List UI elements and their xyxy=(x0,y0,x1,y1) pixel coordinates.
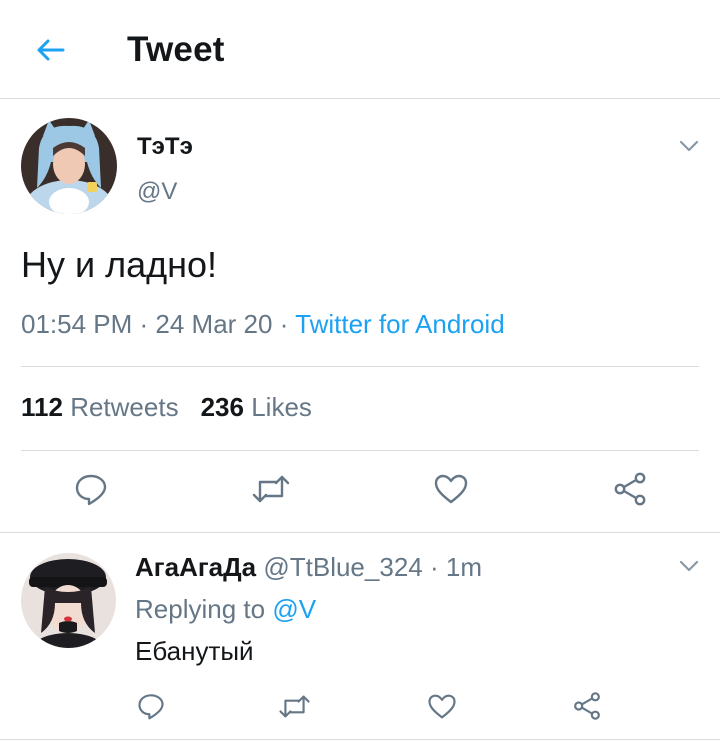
retweet-icon xyxy=(252,475,290,503)
tweet-menu-button[interactable] xyxy=(674,134,704,158)
replying-to: Replying to @V xyxy=(135,594,316,625)
reply-menu-button[interactable] xyxy=(674,554,704,578)
divider xyxy=(0,532,720,533)
divider xyxy=(21,450,699,451)
meta-separator: · xyxy=(272,309,296,339)
chevron-down-icon xyxy=(679,560,699,572)
reply-icon xyxy=(75,474,107,506)
tweet-date: 24 Mar 20 xyxy=(155,309,273,339)
tweet-meta: 01:54 PM · 24 Mar 20 · Twitter for Andro… xyxy=(21,309,505,340)
tweet-time: 01:54 PM xyxy=(21,309,133,339)
retweet-icon xyxy=(278,695,310,717)
header-bar: Tweet xyxy=(0,0,720,99)
like-icon xyxy=(428,694,456,718)
reply-button[interactable] xyxy=(70,468,112,510)
reply-icon xyxy=(138,694,164,720)
reply-header: АгаАгаДа @TtBlue_324 · 1m xyxy=(135,552,482,583)
tweet-source-link[interactable]: Twitter for Android xyxy=(295,309,505,339)
author-handle[interactable]: @V xyxy=(137,178,177,206)
likes-stat[interactable]: 236 Likes xyxy=(201,392,312,422)
like-icon xyxy=(434,474,468,504)
reply-button[interactable] xyxy=(133,688,169,724)
tweet-stats: 112 Retweets 236 Likes xyxy=(21,392,312,423)
likes-count: 236 xyxy=(200,392,244,422)
meta-separator: · xyxy=(132,309,156,339)
back-button[interactable] xyxy=(28,30,72,70)
meta-separator: · xyxy=(422,552,446,582)
retweet-button[interactable] xyxy=(276,688,312,724)
avatar[interactable] xyxy=(21,553,116,648)
reply-author-name[interactable]: АгаАгаДа xyxy=(135,552,256,582)
replying-to-label: Replying to xyxy=(135,594,266,624)
share-icon xyxy=(614,472,646,506)
reply-text: Ебанутый xyxy=(135,636,254,666)
like-button[interactable] xyxy=(424,688,460,724)
author-name[interactable]: ТэТэ xyxy=(137,133,193,161)
replying-to-mention[interactable]: @V xyxy=(272,594,316,624)
arrow-left-icon xyxy=(37,39,65,61)
divider xyxy=(0,739,720,740)
tweet-text: Ну и ладно! xyxy=(21,244,218,285)
retweets-label: Retweets xyxy=(70,392,179,422)
reply-time: 1m xyxy=(445,552,482,582)
share-button[interactable] xyxy=(609,468,651,510)
share-button[interactable] xyxy=(569,688,605,724)
page-title: Tweet xyxy=(127,30,225,69)
retweets-count: 112 xyxy=(21,392,63,422)
reply-author-handle[interactable]: @TtBlue_324 xyxy=(263,552,422,582)
avatar[interactable] xyxy=(21,118,117,214)
likes-label: Likes xyxy=(251,392,312,422)
retweets-stat[interactable]: 112 Retweets xyxy=(21,392,179,422)
share-icon xyxy=(574,692,600,720)
chevron-down-icon xyxy=(679,140,699,152)
like-button[interactable] xyxy=(430,468,472,510)
retweet-button[interactable] xyxy=(250,468,292,510)
divider xyxy=(21,366,699,367)
